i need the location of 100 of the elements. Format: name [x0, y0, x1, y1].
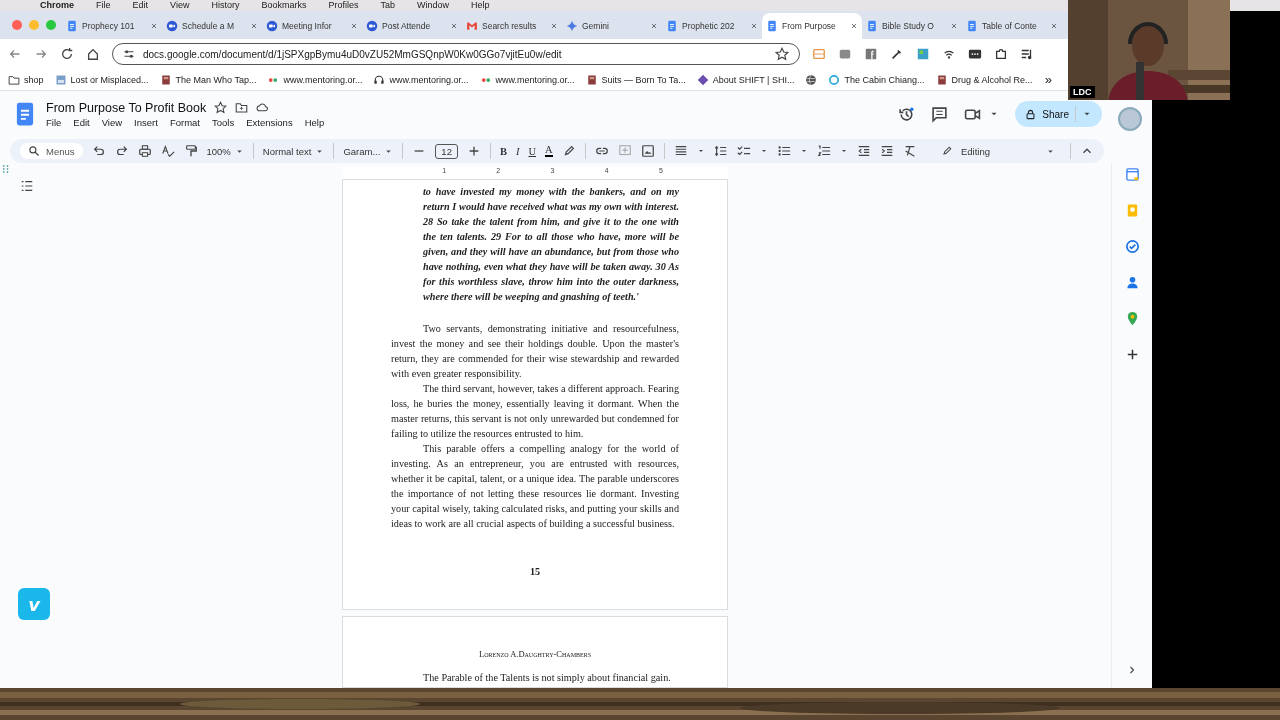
browser-tab[interactable]: Prophetic 202 — [662, 13, 762, 39]
bookmark[interactable]: The Man Who Tap... — [159, 73, 257, 86]
text-color-button[interactable]: A — [545, 145, 553, 157]
document-icon — [866, 20, 878, 32]
extension-icon[interactable] — [890, 47, 904, 61]
document-title[interactable]: From Purpose To Profit Book — [46, 100, 207, 115]
folder-icon[interactable] — [235, 101, 249, 114]
font-dropdown[interactable]: Garam... — [343, 145, 394, 157]
browser-tab[interactable]: Schedule a M — [162, 13, 262, 39]
calendar-icon[interactable] — [1124, 167, 1140, 182]
search-icon — [28, 145, 40, 157]
back-icon[interactable] — [8, 47, 22, 61]
bookmark[interactable]: Drug & Alcohol Re... — [935, 73, 1033, 86]
comment-icon[interactable] — [931, 105, 949, 123]
menu-item[interactable]: Help — [471, 0, 490, 11]
paragraph: This parable offers a compelling analogy for the world of investing. As an entrepreneur, you are entrusted with resources, whether it be capital, talent, or a unique idea. The parable underscores the importance of not letting these resources lie dormant. Investing your capital wisely, taking calculated risks, and putting your skills and ideas to work are all crucial aspects of building a successful business. — [391, 442, 679, 531]
menu-item[interactable]: File — [46, 116, 62, 128]
history-icon[interactable] — [898, 105, 916, 123]
forward-icon[interactable] — [34, 47, 48, 61]
menu-item[interactable]: View — [170, 0, 190, 11]
menu-item[interactable]: History — [211, 0, 240, 11]
browser-tab[interactable]: Meeting Infor — [262, 13, 362, 39]
extension-icon[interactable] — [968, 47, 982, 61]
bookmark[interactable]: www.mentoring.or... — [373, 73, 469, 86]
close-icon[interactable] — [450, 22, 458, 30]
checklist-icon[interactable] — [736, 144, 751, 158]
print-icon[interactable] — [137, 144, 152, 158]
line-spacing-icon[interactable] — [713, 144, 728, 158]
browser-tab[interactable]: From Purpose — [762, 13, 862, 39]
document-icon — [966, 20, 978, 32]
menu-item[interactable]: View — [101, 116, 123, 128]
close-icon[interactable] — [150, 22, 158, 30]
bookmark[interactable]: The Cabin Chiang... — [828, 73, 925, 86]
bullet-list-icon[interactable] — [776, 144, 791, 158]
browser-tab[interactable]: Gemini — [562, 13, 662, 39]
menu-item[interactable]: Window — [416, 0, 449, 11]
bold-button[interactable]: B — [499, 145, 507, 157]
outline-icon[interactable] — [20, 179, 34, 193]
increase-indent-icon[interactable] — [879, 144, 894, 158]
extension-icon[interactable] — [994, 47, 1008, 61]
align-icon[interactable] — [673, 144, 688, 158]
clear-formatting-icon[interactable] — [902, 144, 917, 158]
menu-item[interactable]: Insert — [134, 116, 158, 128]
contacts-icon[interactable] — [1124, 275, 1140, 290]
close-icon[interactable] — [650, 22, 658, 30]
bookmark[interactable]: www.mentoring.or... — [479, 73, 575, 86]
menu-item[interactable]: Format — [169, 116, 200, 128]
share-button[interactable]: Share — [1015, 101, 1102, 127]
globe-icon[interactable] — [805, 73, 818, 86]
menu-item[interactable]: Edit — [132, 0, 149, 11]
bookmark[interactable]: www.mentoring.or... — [267, 73, 363, 86]
menu-item[interactable]: Tools — [211, 116, 235, 128]
close-icon[interactable] — [550, 22, 558, 30]
spellcheck-icon[interactable] — [160, 144, 175, 158]
bookmark[interactable]: Lost or Misplaced... — [54, 73, 149, 86]
italic-button[interactable]: I — [515, 145, 520, 157]
menu-item[interactable]: Tab — [380, 0, 395, 11]
browser-tab[interactable]: Post Attende — [362, 13, 462, 39]
image-icon[interactable] — [640, 144, 655, 158]
editing-mode-dropdown[interactable]: Editing — [934, 144, 1061, 158]
menu-item[interactable]: Profiles — [328, 0, 359, 11]
menu-item[interactable]: Chrome — [40, 0, 74, 11]
menu-item[interactable]: Help — [304, 116, 325, 128]
media-icon[interactable] — [1020, 47, 1034, 61]
more-bookmarks-button[interactable]: » — [1044, 72, 1052, 87]
zoom-dropdown[interactable]: 100% — [206, 145, 244, 157]
style-dropdown[interactable]: Normal text — [262, 145, 325, 157]
menus-search[interactable]: Menus — [20, 143, 83, 159]
numbered-list-icon[interactable] — [816, 144, 831, 158]
cloud-icon[interactable] — [256, 101, 270, 114]
close-icon[interactable] — [250, 22, 258, 30]
highlighter-icon[interactable] — [561, 144, 576, 158]
tasks-icon[interactable] — [1124, 239, 1140, 254]
bookmark[interactable]: About SHIFT | SHI... — [696, 73, 795, 86]
menu-item[interactable]: Extensions — [246, 116, 293, 128]
close-icon[interactable] — [850, 22, 858, 30]
menu-item[interactable]: Edit — [73, 116, 90, 128]
redo-icon[interactable] — [114, 144, 129, 158]
star-icon[interactable] — [214, 101, 228, 114]
close-icon[interactable] — [1050, 22, 1058, 30]
bookmark[interactable]: shop — [8, 73, 44, 86]
close-icon[interactable] — [350, 22, 358, 30]
font-size-field[interactable]: 12 — [435, 143, 458, 159]
star-icon[interactable] — [775, 47, 789, 61]
bookmark[interactable]: Suits — Born To Ta... — [585, 73, 686, 86]
menu-item[interactable]: Bookmarks — [261, 0, 307, 11]
tune-icon[interactable] — [123, 48, 135, 60]
browser-tab[interactable]: Prophecy 101 — [62, 13, 162, 39]
paint-roller-icon[interactable] — [183, 144, 198, 158]
close-icon[interactable] — [750, 22, 758, 30]
browser-tab[interactable]: Bible Study O — [862, 13, 962, 39]
browser-tab[interactable]: Search results — [462, 13, 562, 39]
browser-tab[interactable]: Table of Conte — [962, 13, 1062, 39]
home-icon[interactable] — [86, 47, 100, 61]
reload-icon[interactable] — [60, 47, 74, 61]
decrease-indent-icon[interactable] — [856, 144, 871, 158]
menu-item[interactable]: File — [96, 0, 111, 11]
undo-icon[interactable] — [91, 144, 106, 158]
close-icon[interactable] — [950, 22, 958, 30]
underline-button[interactable]: U — [528, 145, 537, 157]
